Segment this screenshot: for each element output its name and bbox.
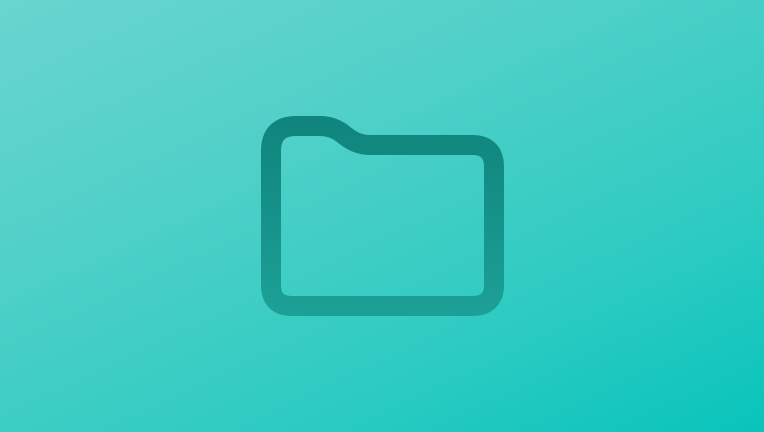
placeholder-canvas xyxy=(0,0,764,432)
folder-icon xyxy=(259,115,505,317)
folder-outline xyxy=(261,116,504,316)
